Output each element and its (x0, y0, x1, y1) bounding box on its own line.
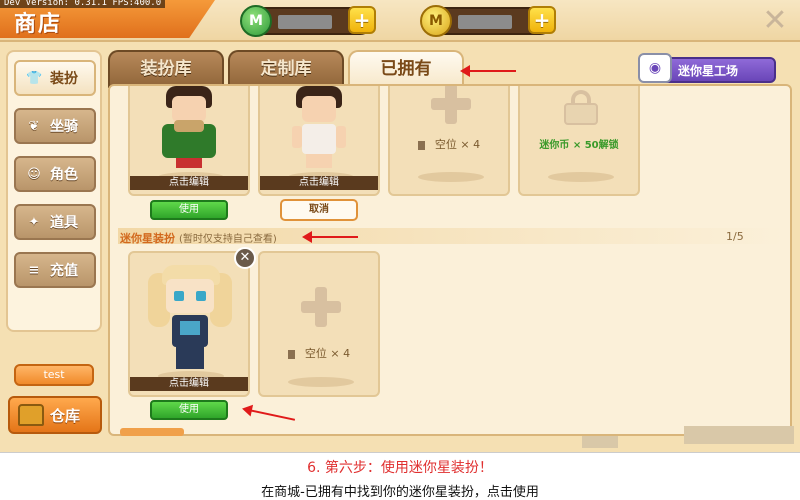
slot-count: 空位 × 4 (434, 138, 481, 151)
sidebar-item-label: 角色 (50, 167, 78, 183)
mini-coin-balance: M + (420, 5, 556, 37)
mini-coin-value-redacted (458, 15, 512, 29)
mini-bean-icon: M (240, 5, 272, 37)
caption-step: 6. 第六步：使用迷你星装扮！ (307, 460, 493, 476)
sidebar-item-label: 道具 (50, 215, 78, 231)
prop-icon: ✦ (28, 214, 40, 230)
empty-slot-card[interactable]: 空位 × 4 (388, 86, 510, 196)
mini-coin-icon: M (420, 5, 452, 37)
section-subtitle: (暂时仅支持自己查看) (179, 234, 277, 245)
sidebar-item-label: 装扮 (50, 71, 78, 87)
redacted-area (582, 436, 618, 448)
sidebar-item-outfit[interactable]: 👕 装扮 (14, 60, 96, 96)
mini-star-workshop-button[interactable]: ◉ 迷你星工场 (638, 53, 776, 83)
workshop-icon: ◉ (638, 53, 672, 83)
empty-slot-card[interactable]: 空位 × 4 (258, 251, 380, 397)
character-icon: ☺ (27, 166, 41, 182)
storage-label: 仓库 (50, 406, 81, 425)
top-bar: 商店 Dev Version: 0.31.1 FPS:400.0 M + M +… (0, 0, 800, 42)
caption-description: 在商城-已拥有中找到你的迷你星装扮，点击使用 (261, 485, 539, 500)
workshop-label: 迷你星工场 (678, 63, 739, 78)
mini-bean-balance: M + (240, 5, 376, 37)
slot-count: 空位 × 4 (304, 347, 351, 360)
sidebar-item-recharge[interactable]: ≡ 充值 (14, 252, 96, 288)
sidebar-item-prop[interactable]: ✦ 道具 (14, 204, 96, 240)
slot-icon (417, 140, 425, 150)
annotation-arrow (460, 65, 516, 77)
shirt-icon: 👕 (26, 70, 43, 86)
section-title-text: 迷你星装扮 (120, 232, 175, 245)
add-icon (431, 86, 471, 124)
tab-custom-library[interactable]: 定制库 (228, 50, 344, 88)
page-title: 商店 (14, 12, 63, 37)
sidebar-item-label: 坐骑 (50, 119, 78, 135)
owned-outfit-card[interactable]: 点击编辑 (128, 86, 250, 196)
tab-outfit-library[interactable]: 装扮库 (108, 50, 224, 88)
mini-star-section-title: 迷你星装扮 (暂时仅支持自己查看) (120, 230, 277, 246)
edit-label[interactable]: 点击编辑 (130, 377, 248, 391)
edit-label[interactable]: 点击编辑 (260, 176, 378, 190)
close-icon[interactable]: ✕ (760, 6, 790, 36)
scroll-indicator (120, 428, 184, 436)
edit-label[interactable]: 点击编辑 (130, 176, 248, 190)
debug-overlay: Dev Version: 0.31.1 FPS:400.0 (0, 0, 166, 8)
add-mini-bean-button[interactable]: + (348, 6, 376, 34)
add-icon (301, 287, 341, 327)
sidebar-item-mount[interactable]: ❦ 坐骑 (14, 108, 96, 144)
chest-icon (18, 404, 44, 426)
mini-star-outfit-card[interactable]: 点击编辑 (128, 251, 250, 397)
unlock-cost: 迷你币 × 50解锁 (539, 140, 619, 151)
page-indicator: 1/5 (726, 230, 744, 243)
test-button[interactable]: test (14, 364, 94, 386)
mount-icon: ❦ (28, 118, 40, 134)
add-mini-coin-button[interactable]: + (528, 6, 556, 34)
slot-icon (287, 349, 295, 359)
sidebar-item-label: 充值 (50, 263, 78, 279)
sidebar: 👕 装扮 ❦ 坐骑 ☺ 角色 ✦ 道具 ≡ 充值 (6, 50, 102, 332)
use-button[interactable]: 使用 (150, 400, 228, 420)
close-circle-icon[interactable]: ✕ (234, 247, 256, 269)
lock-icon (564, 90, 598, 125)
redacted-area (684, 426, 794, 444)
tutorial-caption: 6. 第六步：使用迷你星装扮！ 在商城-已拥有中找到你的迷你星装扮，点击使用 (0, 452, 800, 500)
sidebar-item-character[interactable]: ☺ 角色 (14, 156, 96, 192)
use-button[interactable]: 使用 (150, 200, 228, 220)
storage-button[interactable]: 仓库 (8, 396, 102, 434)
owned-outfit-card[interactable]: 点击编辑 (258, 86, 380, 196)
cancel-button[interactable]: 取消 (280, 199, 358, 221)
locked-slot-card[interactable]: 迷你币 × 50解锁 (518, 86, 640, 196)
owned-panel: 点击编辑 点击编辑 空位 × 4 迷你币 × 50解锁 使用 取消 迷你星装扮 … (108, 84, 792, 436)
game-window: 商店 Dev Version: 0.31.1 FPS:400.0 M + M +… (0, 0, 800, 452)
recharge-icon: ≡ (28, 262, 40, 278)
mini-bean-value-redacted (278, 15, 332, 29)
annotation-arrow (302, 231, 358, 243)
